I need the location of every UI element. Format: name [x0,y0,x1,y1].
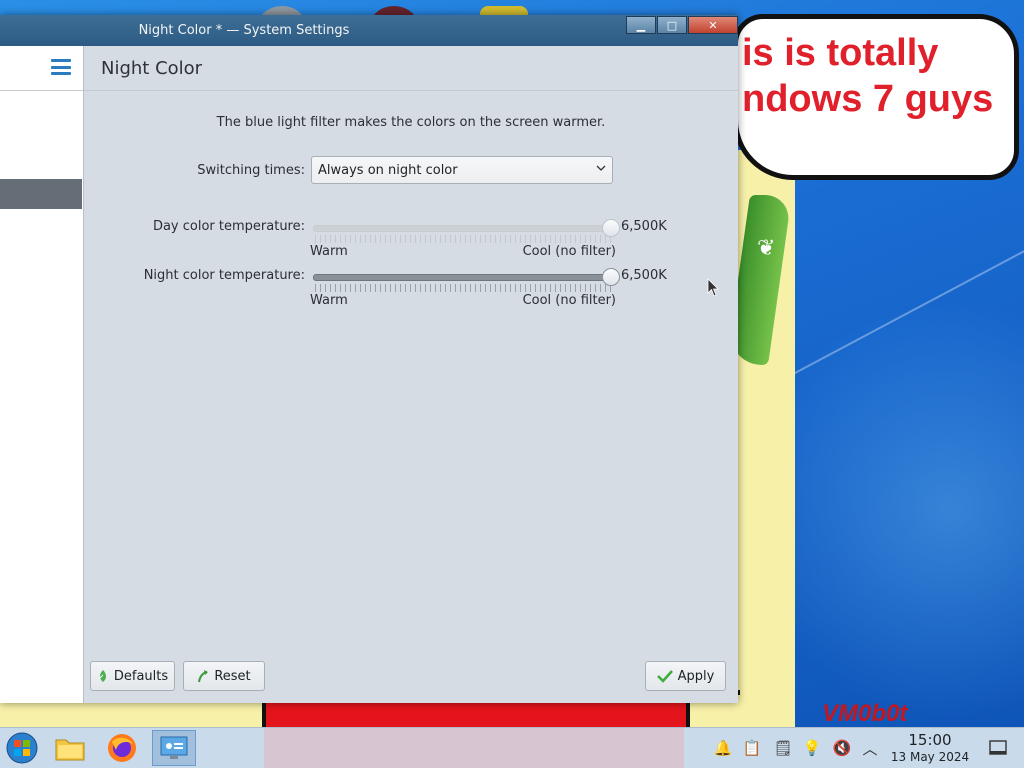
speech-bubble-text: is is totally ndows 7 guys [742,32,994,120]
close-button[interactable]: ✕ [688,16,738,34]
start-menu-icon[interactable] [0,730,44,766]
day-cool-label: Cool (no filter) [522,244,616,259]
clock-date[interactable]: 13 May 2024 [886,750,974,764]
watermark: VM0b0t [822,700,908,727]
clock-time[interactable]: 15:00 [902,731,958,749]
night-cool-label: Cool (no filter) [522,293,616,308]
defaults-button[interactable]: Defaults [90,661,175,691]
checkmark-icon [656,670,673,683]
day-temperature-label: Day color temperature: [152,219,305,234]
night-warm-label: Warm [310,293,348,308]
system-settings-window: Night Color * — System Settings ▁ □ ✕ Ni… [0,15,738,703]
file-manager-icon[interactable] [48,730,92,766]
window-title: Night Color * — System Settings [138,23,350,38]
switching-times-label: Switching times: [197,163,305,178]
slider-handle[interactable] [602,219,620,237]
night-color-icon[interactable]: 💡 [798,728,826,768]
expand-tray-icon[interactable]: ︿ [856,728,884,768]
chevron-down-icon [596,165,606,171]
page-title: Night Color [101,58,203,79]
window-controls: ▁ □ ✕ [625,16,738,34]
minimize-button[interactable]: ▁ [626,16,656,34]
sidebar-item-selected[interactable] [0,179,82,209]
slider-handle[interactable] [602,268,620,286]
apply-label: Apply [677,668,715,684]
firefox-icon[interactable] [100,730,144,766]
clipboard-icon[interactable]: 📋 [738,728,766,768]
taskbar-shade [264,728,684,768]
apply-button[interactable]: Apply [645,661,726,691]
mouse-cursor-icon [707,278,719,297]
sidebar-header [0,46,83,91]
reset-label: Reset [214,668,251,684]
notifications-icon[interactable]: 🔔 [709,728,737,768]
switching-times-select[interactable]: Always on night color [311,156,613,184]
page-description: The blue light filter makes the colors o… [216,115,606,130]
volume-muted-icon[interactable]: 🔇 [828,728,856,768]
day-warm-label: Warm [310,244,348,259]
switching-times-value: Always on night color [318,163,458,178]
window-titlebar[interactable]: Night Color * — System Settings ▁ □ ✕ [0,15,738,46]
sidebar [0,46,84,703]
header-divider [84,90,738,91]
slider-ticks [315,235,611,243]
maximize-button[interactable]: □ [657,16,687,34]
slider-ticks [315,284,611,292]
defaults-icon [99,670,106,682]
day-temperature-value: 6,500K [621,219,667,234]
tasks-icon[interactable]: 🗒 [769,728,797,768]
butterfly-icon: ❦ [757,236,776,261]
slider-fill [313,274,613,281]
system-settings-icon[interactable] [152,730,196,766]
defaults-label: Defaults [113,668,169,684]
taskbar: 🔔 📋 🗒 💡 🔇 ︿ 15:00 13 May 2024 [0,727,1024,768]
show-desktop-icon[interactable] [984,728,1012,768]
night-color-page: Night Color The blue light filter makes … [84,46,738,703]
slider-fill [313,225,613,232]
reset-button[interactable]: Reset [183,661,265,691]
night-temperature-value: 6,500K [621,268,667,283]
hamburger-menu-icon[interactable] [51,59,71,75]
night-temperature-label: Night color temperature: [143,268,305,283]
reset-icon [198,670,209,683]
